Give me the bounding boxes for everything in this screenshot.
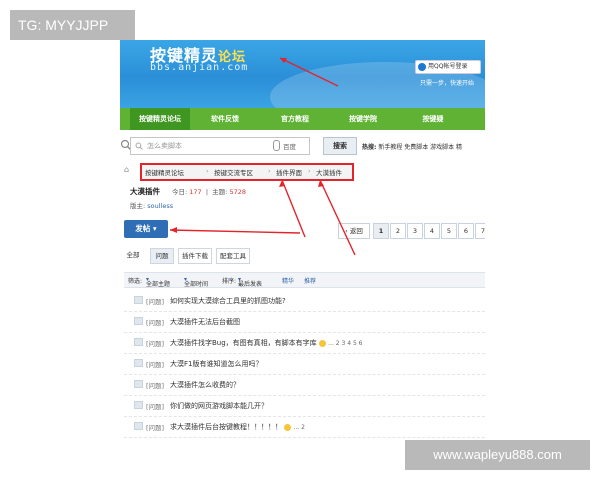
arrow-breadcrumb-b bbox=[319, 179, 356, 256]
watermark-bottom-right: www.wapleyu888.com bbox=[405, 440, 590, 470]
arrow-head bbox=[170, 227, 177, 233]
arrow-logo bbox=[279, 57, 339, 87]
arrow-breadcrumb-a bbox=[281, 179, 306, 238]
arrow-post-button bbox=[169, 229, 301, 234]
annotation-arrows bbox=[169, 57, 356, 256]
